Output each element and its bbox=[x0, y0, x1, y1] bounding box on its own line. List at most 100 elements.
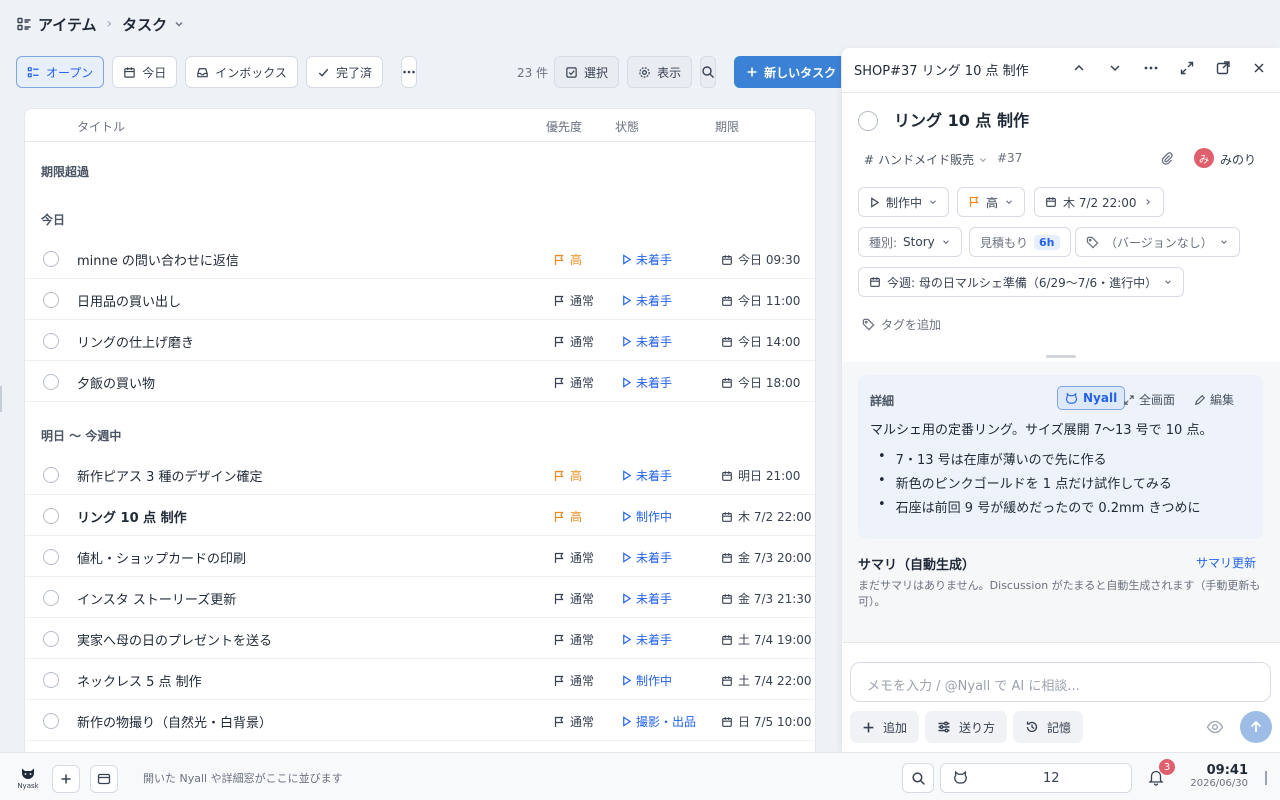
task-title[interactable]: ネックレス 5 点 制作 bbox=[77, 671, 202, 690]
status-cell[interactable]: 撮影・出品 bbox=[621, 713, 696, 730]
priority-cell[interactable]: 高 bbox=[553, 251, 582, 268]
complete-checkbox[interactable] bbox=[43, 467, 59, 483]
edit-button[interactable]: 編集 bbox=[1194, 391, 1234, 408]
due-cell[interactable]: 今日 11:00 bbox=[721, 292, 800, 309]
left-resize-handle[interactable] bbox=[0, 386, 2, 412]
priority-cell[interactable]: 通常 bbox=[553, 590, 594, 607]
close-icon[interactable] bbox=[1250, 59, 1268, 77]
complete-checkbox[interactable] bbox=[43, 292, 59, 308]
avatar[interactable]: み bbox=[1194, 148, 1214, 168]
project-selector[interactable]: # ハンドメイド販売 bbox=[864, 151, 988, 168]
memo-input[interactable]: メモを入力 / @Nyall で AI に相談... bbox=[850, 662, 1271, 702]
table-row[interactable]: リング 10 点 制作 高 制作中 木 7/2 22:00 bbox=[25, 495, 815, 536]
view-button[interactable]: 表示 bbox=[627, 56, 693, 88]
task-title[interactable]: 新作ピアス 3 種のデザイン確定 bbox=[77, 466, 263, 485]
task-title[interactable]: リング 10 点 制作 bbox=[894, 107, 1029, 131]
complete-checkbox[interactable] bbox=[43, 251, 59, 267]
complete-checkbox[interactable] bbox=[43, 672, 59, 688]
status-cell[interactable]: 未着手 bbox=[621, 333, 672, 350]
breadcrumb-current[interactable]: タスク bbox=[122, 14, 167, 35]
status-cell[interactable]: 未着手 bbox=[621, 467, 672, 484]
add-tag-button[interactable]: タグを追加 bbox=[862, 316, 941, 333]
table-row[interactable]: 夕飯の買い物 通常 未着手 今日 18:00 bbox=[25, 361, 815, 402]
filter-inbox-button[interactable]: インボックス bbox=[185, 56, 298, 88]
table-row[interactable]: 値札・ショップカードの印刷 通常 未着手 金 7/3 20:00 bbox=[25, 536, 815, 577]
global-search-button[interactable] bbox=[902, 763, 934, 793]
complete-checkbox[interactable] bbox=[43, 508, 59, 524]
select-button[interactable]: 選択 bbox=[554, 56, 620, 88]
nyall-button[interactable]: Nyall bbox=[1057, 386, 1126, 410]
status-cell[interactable]: 制作中 bbox=[621, 508, 672, 525]
priority-cell[interactable]: 通常 bbox=[553, 292, 594, 309]
estimate-field[interactable]: 見積もり 6h bbox=[969, 227, 1071, 257]
due-cell[interactable]: 金 7/3 21:30 bbox=[721, 590, 812, 607]
due-cell[interactable]: 明日 21:00 bbox=[721, 467, 800, 484]
complete-checkbox[interactable] bbox=[43, 631, 59, 647]
due-cell[interactable]: 今日 14:00 bbox=[721, 333, 800, 350]
chevron-down-icon[interactable] bbox=[173, 18, 185, 30]
resize-grip[interactable] bbox=[1046, 355, 1076, 358]
task-title[interactable]: 日用品の買い出し bbox=[77, 291, 181, 310]
status-cell[interactable]: 未着手 bbox=[621, 251, 672, 268]
assignee-name[interactable]: みのり bbox=[1220, 151, 1256, 168]
complete-checkbox[interactable] bbox=[858, 111, 878, 131]
status-cell[interactable]: 未着手 bbox=[621, 374, 672, 391]
send-button[interactable] bbox=[1240, 711, 1272, 743]
due-date-button[interactable]: 木 7/2 22:00 bbox=[1034, 187, 1164, 217]
status-cell[interactable]: 未着手 bbox=[621, 549, 672, 566]
chevron-up-icon[interactable] bbox=[1070, 59, 1088, 77]
column-status[interactable]: 状態 bbox=[615, 118, 639, 135]
task-title[interactable]: インスタ ストーリーズ更新 bbox=[77, 589, 236, 608]
open-external-icon[interactable] bbox=[1214, 59, 1232, 77]
version-dropdown[interactable]: （バージョンなし） bbox=[1075, 227, 1240, 257]
nyall-counter[interactable]: 12 bbox=[940, 763, 1132, 793]
due-cell[interactable]: 今日 18:00 bbox=[721, 374, 800, 391]
sprint-dropdown[interactable]: 今週: 母の日マルシェ準備（6/29〜7/6・進行中） bbox=[858, 267, 1185, 297]
status-cell[interactable]: 未着手 bbox=[621, 292, 672, 309]
priority-cell[interactable]: 高 bbox=[553, 467, 582, 484]
priority-cell[interactable]: 高 bbox=[553, 508, 582, 525]
due-cell[interactable]: 金 7/3 20:00 bbox=[721, 549, 812, 566]
expand-icon[interactable] bbox=[1178, 59, 1196, 77]
priority-cell[interactable]: 通常 bbox=[553, 631, 594, 648]
due-cell[interactable]: 土 7/4 22:00 bbox=[721, 672, 812, 689]
due-cell[interactable]: 日 7/5 10:00 bbox=[721, 713, 812, 730]
window-list-button[interactable] bbox=[90, 765, 118, 793]
table-row[interactable]: ネックレス 5 点 制作 通常 制作中 土 7/4 22:00 bbox=[25, 659, 815, 700]
filter-open-button[interactable]: オープン bbox=[16, 56, 105, 88]
complete-checkbox[interactable] bbox=[43, 333, 59, 349]
app-logo[interactable]: Nyask bbox=[16, 768, 40, 790]
task-title[interactable]: 実家へ母の日のプレゼントを送る bbox=[77, 630, 272, 649]
more-horizontal-icon[interactable] bbox=[1142, 59, 1160, 77]
priority-cell[interactable]: 通常 bbox=[553, 672, 594, 689]
table-row[interactable]: 新作ピアス 3 種のデザイン確定 高 未着手 明日 21:00 bbox=[25, 454, 815, 495]
table-row[interactable]: 日用品の買い出し 通常 未着手 今日 11:00 bbox=[25, 279, 815, 320]
task-title[interactable]: 新作の物撮り（自然光・白背景） bbox=[77, 712, 272, 731]
paperclip-icon[interactable] bbox=[1158, 149, 1176, 167]
send-method-button[interactable]: 送り方 bbox=[925, 711, 1008, 743]
status-cell[interactable]: 未着手 bbox=[621, 590, 672, 607]
priority-dropdown[interactable]: 高 bbox=[957, 187, 1026, 217]
due-cell[interactable]: 土 7/4 19:00 bbox=[721, 631, 812, 648]
table-row[interactable]: リングの仕上げ磨き 通常 未着手 今日 14:00 bbox=[25, 320, 815, 361]
column-title[interactable]: タイトル bbox=[77, 118, 125, 135]
filter-done-button[interactable]: 完了済 bbox=[305, 56, 383, 88]
complete-checkbox[interactable] bbox=[43, 374, 59, 390]
type-dropdown[interactable]: 種別: Story bbox=[858, 227, 962, 257]
complete-checkbox[interactable] bbox=[43, 713, 59, 729]
search-button[interactable] bbox=[700, 56, 717, 88]
filter-today-button[interactable]: 今日 bbox=[112, 56, 178, 88]
status-dropdown[interactable]: 制作中 bbox=[858, 187, 950, 217]
priority-cell[interactable]: 通常 bbox=[553, 374, 594, 391]
priority-cell[interactable]: 通常 bbox=[553, 713, 594, 730]
status-cell[interactable]: 制作中 bbox=[621, 672, 672, 689]
table-row[interactable]: 実家へ母の日のプレゼントを送る 通常 未着手 土 7/4 19:00 bbox=[25, 618, 815, 659]
table-row[interactable]: minne の問い合わせに返信 高 未着手 今日 09:30 bbox=[25, 238, 815, 279]
summary-refresh-button[interactable]: サマリ更新 bbox=[1196, 554, 1256, 571]
task-title[interactable]: minne の問い合わせに返信 bbox=[77, 250, 239, 269]
complete-checkbox[interactable] bbox=[43, 549, 59, 565]
task-title[interactable]: リング 10 点 制作 bbox=[77, 507, 187, 526]
chevron-down-icon[interactable] bbox=[1106, 59, 1124, 77]
new-task-button[interactable]: 新しいタスク bbox=[734, 56, 849, 88]
task-title[interactable]: リングの仕上げ磨き bbox=[77, 332, 194, 351]
